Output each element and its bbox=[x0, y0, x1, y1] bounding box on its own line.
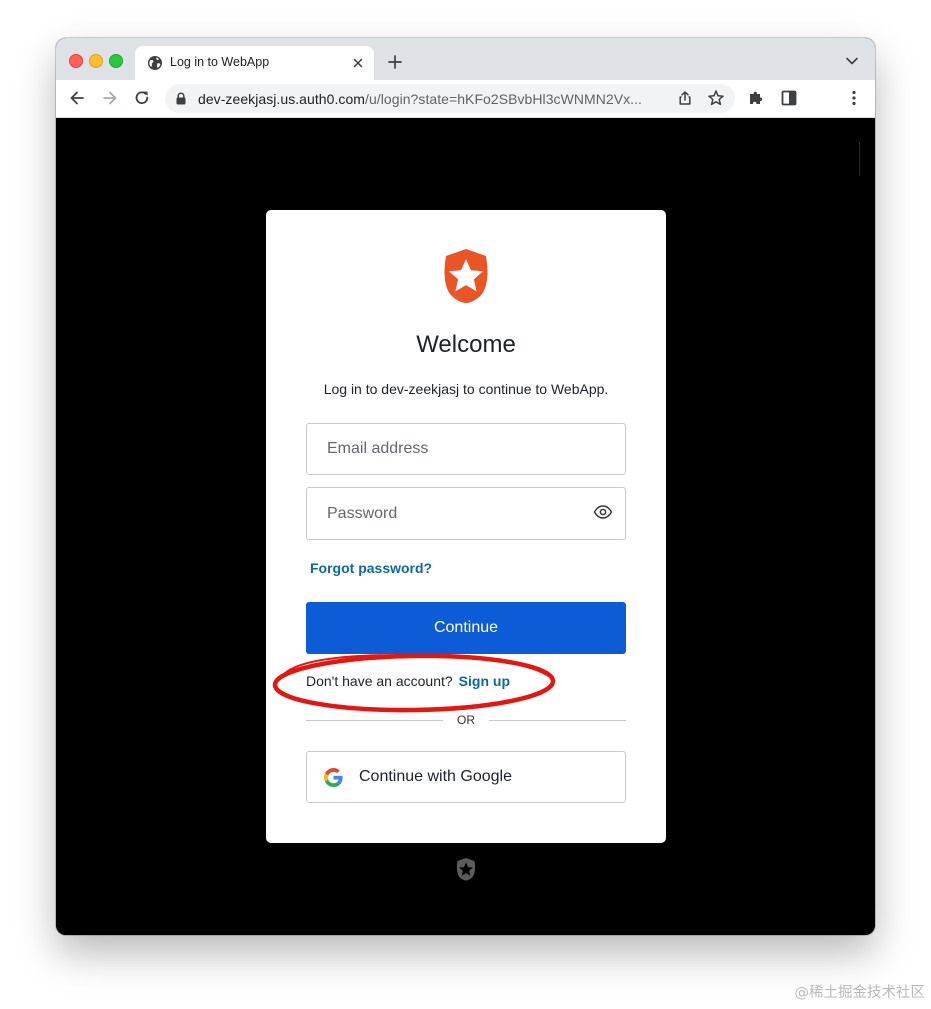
close-window-button[interactable] bbox=[69, 54, 83, 68]
share-icon[interactable] bbox=[677, 90, 693, 106]
chevron-down-icon[interactable] bbox=[845, 56, 859, 66]
browser-window: Log in to WebApp dev-zeekjasj.us.auth0.c… bbox=[56, 38, 875, 935]
page-title: Welcome bbox=[416, 331, 516, 358]
auth0-logo-icon bbox=[444, 249, 488, 303]
google-button-label: Continue with Google bbox=[359, 768, 512, 785]
watermark-text: @稀土掘金技术社区 bbox=[794, 985, 926, 1001]
show-password-eye-icon[interactable] bbox=[593, 504, 613, 520]
forward-arrow-icon[interactable] bbox=[101, 89, 119, 107]
signup-row: Don't have an account? Sign up bbox=[306, 673, 510, 689]
signup-prompt: Don't have an account? bbox=[306, 673, 453, 689]
email-field-box bbox=[306, 423, 626, 475]
url-path: /u/login?state=hKFo2SBvbHl3cWNMN2Vx... bbox=[365, 91, 642, 107]
login-card: Welcome Log in to dev-zeekjasj to contin… bbox=[266, 210, 666, 843]
page-viewport: Welcome Log in to dev-zeekjasj to contin… bbox=[56, 118, 875, 935]
side-panel-icon[interactable] bbox=[780, 89, 798, 107]
url-text: dev-zeekjasj.us.auth0.com/u/login?state=… bbox=[198, 91, 642, 107]
continue-with-google-button[interactable]: Continue with Google bbox=[306, 751, 626, 803]
maximize-window-button[interactable] bbox=[109, 54, 123, 68]
or-divider: OR bbox=[306, 711, 626, 729]
globe-icon bbox=[148, 56, 162, 70]
more-options-icon[interactable] bbox=[845, 89, 863, 107]
url-host: dev-zeekjasj.us.auth0.com bbox=[198, 91, 366, 107]
sign-up-link[interactable]: Sign up bbox=[459, 673, 510, 689]
back-arrow-icon[interactable] bbox=[68, 89, 86, 107]
password-field-box bbox=[306, 487, 626, 540]
new-tab-icon[interactable] bbox=[387, 54, 403, 70]
bookmark-star-icon[interactable] bbox=[707, 89, 725, 107]
continue-button[interactable]: Continue bbox=[306, 602, 626, 654]
auth0-footer-logo-icon bbox=[456, 858, 476, 881]
google-logo-icon bbox=[324, 768, 343, 787]
forgot-password-link[interactable]: Forgot password? bbox=[310, 560, 432, 576]
minimize-window-button[interactable] bbox=[89, 54, 103, 68]
scrollbar[interactable] bbox=[859, 142, 860, 176]
login-subtitle: Log in to dev-zeekjasj to continue to We… bbox=[323, 381, 609, 397]
lock-icon[interactable] bbox=[175, 92, 187, 105]
browser-toolbar: dev-zeekjasj.us.auth0.com/u/login?state=… bbox=[56, 80, 875, 118]
extensions-puzzle-icon[interactable] bbox=[747, 89, 765, 107]
close-tab-icon[interactable] bbox=[351, 56, 365, 70]
tab-strip: Log in to WebApp bbox=[56, 38, 875, 80]
password-field[interactable] bbox=[307, 488, 625, 539]
tab-title: Log in to WebApp bbox=[170, 55, 270, 69]
address-bar[interactable]: dev-zeekjasj.us.auth0.com/u/login?state=… bbox=[165, 84, 735, 113]
email-field[interactable] bbox=[307, 424, 625, 474]
divider-line-right bbox=[489, 720, 626, 721]
reload-icon[interactable] bbox=[133, 89, 151, 107]
browser-tab[interactable]: Log in to WebApp bbox=[135, 46, 374, 80]
